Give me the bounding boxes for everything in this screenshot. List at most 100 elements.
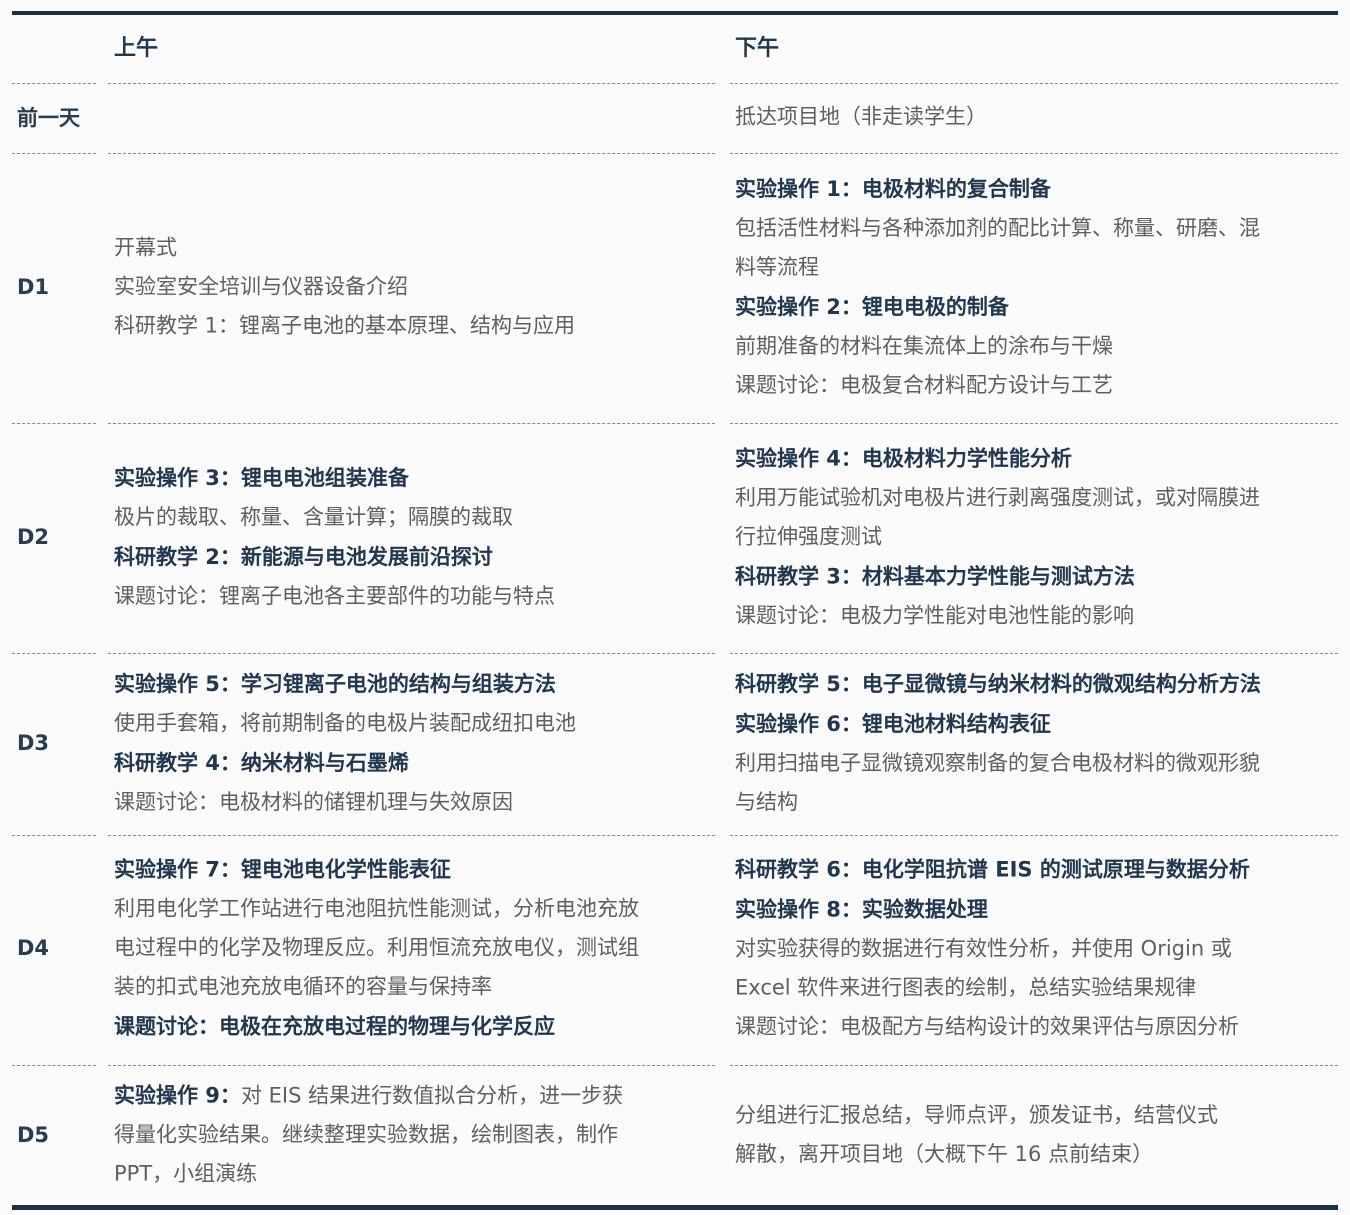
bottom-rule [12, 1205, 1338, 1210]
activity-line: 与结构 [735, 783, 1335, 822]
activity-heading: 课题讨论：电极在充放电过程的物理与化学反应 [114, 1007, 714, 1047]
row-divider [12, 423, 96, 424]
activity-text: 利用电化学工作站进行电池阻抗性能测试，分析电池充放 [114, 896, 639, 921]
activity-text: 包括活性材料与各种添加剂的配比计算、称量、研磨、混 [735, 216, 1260, 240]
activity-line: 课题讨论：锂离子电池各主要部件的功能与特点 [114, 577, 714, 616]
activity-heading: 实验操作 4：电极材料力学性能分析 [735, 439, 1335, 479]
activity-heading-lead: 实验操作 9： [114, 1083, 241, 1108]
activity-line: 科研教学 1：锂离子电池的基本原理、结构与应用 [114, 307, 714, 346]
activity-heading: 科研教学 3：材料基本力学性能与测试方法 [735, 557, 1335, 597]
row-divider [12, 153, 96, 154]
activity-text: 实验室安全培训与仪器设备介绍 [114, 274, 408, 299]
top-rule [12, 11, 1338, 15]
row-divider [730, 83, 1338, 84]
activity-text: 对实验获得的数据进行有效性分析，并使用 Origin 或 [735, 936, 1232, 961]
row-divider [108, 835, 715, 836]
activity-line: 解散，离开项目地（大概下午 16 点前结束） [735, 1135, 1335, 1174]
activity-text: 抵达项目地（非走读学生） [735, 104, 987, 129]
day-label: D2 [17, 525, 50, 549]
day-label: D4 [17, 936, 50, 960]
activity-text: 料等流程 [735, 255, 819, 279]
header-afternoon: 下午 [735, 36, 780, 61]
activity-line: PPT，小组演练 [114, 1155, 714, 1194]
activity-line: 装的扣式电池充放电循环的容量与保持率 [114, 968, 714, 1007]
afternoon-cell: 科研教学 5：电子显微镜与纳米材料的微观结构分析方法 实验操作 6：锂电池材料结构… [735, 664, 1335, 822]
afternoon-cell: 科研教学 6：电化学阻抗谱 EIS 的测试原理与数据分析 实验操作 8：实验数据处… [735, 850, 1335, 1047]
activity-line: 电过程中的化学及物理反应。利用恒流充放电仪，测试组 [114, 929, 714, 968]
activity-text: 科研教学 4：纳米材料与石墨烯 [114, 751, 409, 775]
afternoon-cell: 实验操作 4：电极材料力学性能分析 利用万能试验机对电极片进行剥离强度测试，或对隔… [735, 439, 1335, 636]
activity-line: 实验操作 9：对 EIS 结果进行数值拟合分析，进一步获 [114, 1077, 714, 1116]
activity-text: 极片的裁取、称量、含量计算；隔膜的裁取 [114, 505, 513, 529]
activity-line: 课题讨论：电极材料的储锂机理与失效原因 [114, 783, 714, 822]
morning-cell: 实验操作 7：锂电池电化学性能表征利用电化学工作站进行电池阻抗性能测试，分析电池… [114, 850, 714, 1047]
activity-line: 前期准备的材料在集流体上的涂布与干燥 [735, 327, 1335, 366]
activity-text: 课题讨论：锂离子电池各主要部件的功能与特点 [114, 584, 555, 608]
activity-line: 利用扫描电子显微镜观察制备的复合电极材料的微观形貌 [735, 744, 1335, 783]
activity-text: 解散，离开项目地（大概下午 16 点前结束） [735, 1142, 1154, 1166]
activity-text: 课题讨论：电极复合材料配方设计与工艺 [735, 373, 1113, 397]
activity-text: 得量化实验结果。继续整理实验数据，绘制图表，制作 [114, 1122, 618, 1147]
activity-text: 与结构 [735, 790, 798, 814]
activity-heading: 实验操作 8：实验数据处理 [735, 890, 1335, 930]
activity-heading: 科研教学 6：电化学阻抗谱 EIS 的测试原理与数据分析 [735, 850, 1335, 890]
activity-line: 分组进行汇报总结，导师点评，颁发证书，结营仪式 [735, 1096, 1335, 1135]
activity-line: 开幕式 [114, 229, 714, 268]
activity-line: 对实验获得的数据进行有效性分析，并使用 Origin 或 [735, 930, 1335, 969]
activity-line: 使用手套箱，将前期制备的电极片装配成纽扣电池 [114, 704, 714, 743]
day-label: D1 [17, 275, 50, 299]
row-divider [730, 153, 1338, 154]
activity-text: 前期准备的材料在集流体上的涂布与干燥 [735, 334, 1113, 358]
activity-text: 实验操作 8：实验数据处理 [735, 897, 988, 922]
morning-cell: 实验操作 9：对 EIS 结果进行数值拟合分析，进一步获得量化实验结果。继续整理… [114, 1077, 714, 1194]
row-divider [730, 423, 1338, 424]
afternoon-cell: 抵达项目地（非走读学生） [735, 98, 1335, 137]
day-label: D5 [17, 1123, 50, 1147]
row-divider [108, 423, 715, 424]
activity-heading: 科研教学 2：新能源与电池发展前沿探讨 [114, 537, 714, 577]
activity-heading: 实验操作 2：锂电电极的制备 [735, 287, 1335, 327]
activity-text: PPT，小组演练 [114, 1161, 258, 1186]
row-divider [12, 835, 96, 836]
activity-text: 装的扣式电池充放电循环的容量与保持率 [114, 974, 492, 999]
activity-text: 实验操作 5：学习锂离子电池的结构与组装方法 [114, 672, 556, 696]
activity-text: Excel 软件来进行图表的绘制，总结实验结果规律 [735, 975, 1197, 1000]
activity-line: 得量化实验结果。继续整理实验数据，绘制图表，制作 [114, 1116, 714, 1155]
row-divider [12, 653, 96, 654]
activity-text: 开幕式 [114, 235, 177, 260]
activity-line: 抵达项目地（非走读学生） [735, 98, 1335, 137]
row-divider [12, 1065, 96, 1066]
activity-line: 实验室安全培训与仪器设备介绍 [114, 268, 714, 307]
row-divider [730, 653, 1338, 654]
activity-line: 利用电化学工作站进行电池阻抗性能测试，分析电池充放 [114, 890, 714, 929]
row-divider [108, 1065, 715, 1066]
activity-text: 使用手套箱，将前期制备的电极片装配成纽扣电池 [114, 711, 576, 735]
activity-text: 课题讨论：电极材料的储锂机理与失效原因 [114, 790, 513, 814]
row-divider [730, 1065, 1338, 1066]
activity-line: 料等流程 [735, 248, 1335, 287]
activity-line: 课题讨论：电极力学性能对电池性能的影响 [735, 597, 1335, 636]
activity-heading: 科研教学 4：纳米材料与石墨烯 [114, 743, 714, 783]
morning-cell: 实验操作 3：锂电电池组装准备极片的裁取、称量、含量计算；隔膜的裁取科研教学 2… [114, 458, 714, 616]
afternoon-cell: 实验操作 1：电极材料的复合制备 包括活性材料与各种添加剂的配比计算、称量、研磨、… [735, 169, 1335, 405]
activity-text: 科研教学 5：电子显微镜与纳米材料的微观结构分析方法 [735, 672, 1261, 696]
activity-text: 电过程中的化学及物理反应。利用恒流充放电仪，测试组 [114, 935, 639, 960]
activity-text: 实验操作 7：锂电池电化学性能表征 [114, 857, 451, 882]
activity-line: 行拉伸强度测试 [735, 518, 1335, 557]
activity-text: 课题讨论：电极配方与结构设计的效果评估与原因分析 [735, 1014, 1239, 1039]
activity-heading: 实验操作 3：锂电电池组装准备 [114, 458, 714, 498]
activity-heading: 实验操作 7：锂电池电化学性能表征 [114, 850, 714, 890]
activity-text: 实验操作 3：锂电电池组装准备 [114, 466, 409, 490]
activity-text: 行拉伸强度测试 [735, 524, 882, 549]
activity-heading: 科研教学 5：电子显微镜与纳米材料的微观结构分析方法 [735, 664, 1335, 704]
activity-text: 科研教学 6：电化学阻抗谱 EIS 的测试原理与数据分析 [735, 857, 1250, 882]
activity-line: 课题讨论：电极配方与结构设计的效果评估与原因分析 [735, 1008, 1335, 1047]
activity-line: 包括活性材料与各种添加剂的配比计算、称量、研磨、混 [735, 209, 1335, 248]
header-morning: 上午 [114, 36, 159, 61]
activity-text: 科研教学 1：锂离子电池的基本原理、结构与应用 [114, 313, 576, 338]
activity-line: 极片的裁取、称量、含量计算；隔膜的裁取 [114, 498, 714, 537]
activity-text: 分组进行汇报总结，导师点评，颁发证书，结营仪式 [735, 1103, 1218, 1127]
day-label: D3 [17, 731, 50, 755]
activity-text: 课题讨论：电极力学性能对电池性能的影响 [735, 603, 1134, 628]
morning-cell: 实验操作 5：学习锂离子电池的结构与组装方法 使用手套箱，将前期制备的电极片装配成… [114, 664, 714, 822]
